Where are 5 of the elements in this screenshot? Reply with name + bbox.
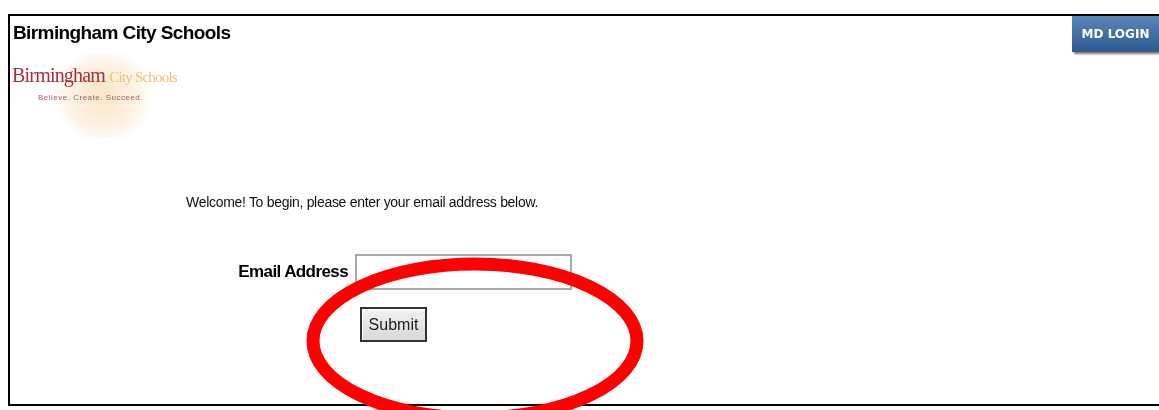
email-label: Email Address: [237, 262, 349, 282]
welcome-message: Welcome! To begin, please enter your email address below.: [186, 194, 540, 210]
submit-button[interactable]: Submit: [360, 307, 427, 342]
page-title: Birmingham City Schools: [13, 22, 231, 43]
md-login-button[interactable]: MD LOGIN: [1072, 16, 1159, 52]
